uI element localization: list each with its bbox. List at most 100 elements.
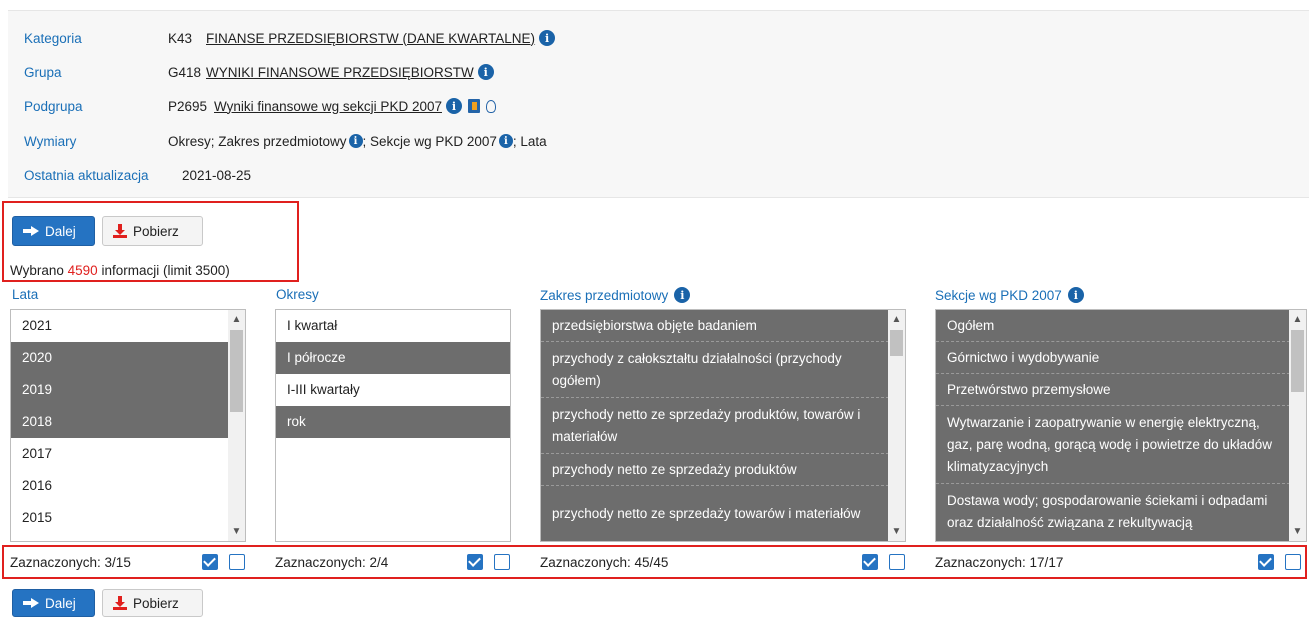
lata-footer: Zaznaczonych: 3/15 [10,546,131,578]
dalej-button[interactable]: Dalej [12,216,95,246]
aktualizacja-label: Ostatnia aktualizacja [24,167,149,183]
kategoria-code: K43 [168,30,193,46]
scroll-thumb[interactable] [1291,330,1304,392]
list-item[interactable]: I półrocze [276,342,510,374]
select-all-zakres-checkbox[interactable] [862,554,878,570]
list-item[interactable]: Dostawa wody; gospodarowanie ściekami i … [936,484,1290,541]
wymiary-row: Wymiary Okresy; Zakres przedmiotowy i ; … [24,131,547,151]
list-item[interactable]: przedsiębiorstwa objęte badaniem [541,310,889,342]
list-item[interactable]: Przetwórstwo przemysłowe [936,374,1290,406]
info-icon[interactable]: i [674,287,691,303]
list-item[interactable]: I-III kwartały [276,374,510,406]
selection-suffix: informacji (limit 3500) [97,263,230,278]
grupa-link[interactable]: WYNIKI FINANSOWE PRZEDSIĘBIORSTW [206,65,474,80]
sekcje-listbox[interactable]: Ogółem Górnictwo i wydobywanie Przetwórs… [935,309,1307,542]
grupa-code: G418 [168,64,202,80]
list-item[interactable]: I kwartał [276,310,510,342]
zakres-title: Zakres przedmiotowy i [540,287,691,303]
scroll-thumb[interactable] [230,330,243,412]
list-item[interactable]: 2020 [11,342,230,374]
sekcje-scrollbar[interactable]: ▲ ▼ [1289,310,1306,541]
list-item[interactable]: przychody z całokształtu działalności (p… [541,342,889,398]
okresy-listbox[interactable]: I kwartał I półrocze I-III kwartały rok [275,309,511,542]
kategoria-link[interactable]: FINANSE PRZEDSIĘBIORSTW (DANE KWARTALNE) [206,31,535,46]
kategoria-row: Kategoria K43 FINANSE PRZEDSIĘBIORSTW (D… [24,28,556,48]
list-item[interactable]: Wytwarzanie i zaopatrywanie w energię el… [936,406,1290,484]
list-item[interactable]: 2018 [11,406,230,438]
podgrupa-row: Podgrupa P2695 Wyniki finansowe wg sekcj… [24,96,496,116]
dalej-label: Dalej [45,595,76,611]
list-item[interactable]: przychody netto ze sprzedaży towarów i m… [541,486,889,541]
dataset-info-panel: Kategoria K43 FINANSE PRZEDSIĘBIORSTW (D… [8,10,1309,198]
list-item[interactable]: przychody netto ze sprzedaży produktów, … [541,398,889,454]
list-item[interactable]: 2015 [11,502,230,534]
scroll-down-icon[interactable]: ▼ [891,526,902,537]
list-item[interactable]: Ogółem [936,310,1290,342]
info-icon[interactable]: i [539,30,556,46]
dalej-button-bottom[interactable]: Dalej [12,589,95,617]
scroll-up-icon[interactable]: ▲ [231,314,242,325]
pobierz-button-bottom[interactable]: Pobierz [102,589,203,617]
info-icon[interactable]: i [498,134,513,148]
lata-listbox[interactable]: 2021 2020 2019 2018 2017 2016 2015 ▲ ▼ [10,309,246,542]
info-icon[interactable]: i [1067,287,1084,303]
download-icon [113,224,127,238]
arrow-right-icon [23,598,39,608]
zakres-scrollbar[interactable]: ▲ ▼ [888,310,905,541]
lightbulb-icon[interactable] [485,99,496,113]
zakres-listbox[interactable]: przedsiębiorstwa objęte badaniem przycho… [540,309,906,542]
wymiary-sekcje: ; Sekcje wg PKD 2007 [362,133,497,149]
deselect-all-lata-checkbox[interactable] [229,554,245,570]
okresy-count: Zaznaczonych: 2/4 [275,554,389,570]
podgrupa-code: P2695 [168,98,208,114]
pobierz-label: Pobierz [133,595,179,611]
lata-scrollbar[interactable]: ▲ ▼ [228,310,245,541]
select-all-sekcje-checkbox[interactable] [1258,554,1274,570]
select-all-lata-checkbox[interactable] [202,554,218,570]
list-item[interactable]: rok [276,406,510,438]
pobierz-button[interactable]: Pobierz [102,216,203,246]
info-icon[interactable]: i [348,134,363,148]
grupa-label: Grupa [24,64,62,80]
list-item[interactable]: Górnictwo i wydobywanie [936,342,1290,374]
lata-count: Zaznaczonych: 3/15 [10,554,131,570]
deselect-all-zakres-checkbox[interactable] [889,554,905,570]
lata-title-text: Lata [12,287,39,302]
sekcje-title-text: Sekcje wg PKD 2007 [935,287,1062,303]
selection-count: 4590 [67,263,98,278]
sekcje-footer: Zaznaczonych: 17/17 [935,546,1063,578]
select-all-okresy-checkbox[interactable] [467,554,483,570]
wymiary-lata: ; Lata [512,133,547,149]
okresy-footer: Zaznaczonych: 2/4 [275,546,388,578]
wymiary-label: Wymiary [24,133,77,149]
sekcje-title: Sekcje wg PKD 2007 i [935,287,1084,303]
list-item[interactable]: przychody netto ze sprzedaży produktów [541,454,889,486]
kategoria-label: Kategoria [24,30,82,46]
list-item[interactable]: 2019 [11,374,230,406]
zakres-footer: Zaznaczonych: 45/45 [540,546,668,578]
lata-title: Lata [12,287,38,302]
sekcje-count: Zaznaczonych: 17/17 [935,554,1064,570]
list-item[interactable]: 2016 [11,470,230,502]
arrow-right-icon [23,226,39,236]
info-icon[interactable]: i [477,64,494,80]
list-item[interactable]: 2021 [11,310,230,342]
deselect-all-okresy-checkbox[interactable] [494,554,510,570]
list-item[interactable]: 2017 [11,438,230,470]
deselect-all-sekcje-checkbox[interactable] [1285,554,1301,570]
podgrupa-label: Podgrupa [24,98,83,114]
wymiary-okresy-zakres: Okresy; Zakres przedmiotowy [168,133,347,149]
scroll-down-icon[interactable]: ▼ [1292,526,1303,537]
selection-summary: Wybrano 4590 informacji (limit 3500) [10,263,230,278]
zakres-title-text: Zakres przedmiotowy [540,287,669,303]
scroll-thumb[interactable] [890,330,903,356]
pobierz-label: Pobierz [133,223,179,239]
selection-prefix: Wybrano [10,263,68,278]
scroll-up-icon[interactable]: ▲ [1292,314,1303,325]
dalej-label: Dalej [45,223,76,239]
podgrupa-link[interactable]: Wyniki finansowe wg sekcji PKD 2007 [214,99,442,114]
scroll-up-icon[interactable]: ▲ [891,314,902,325]
book-icon[interactable] [467,99,480,113]
info-icon[interactable]: i [445,98,462,114]
scroll-down-icon[interactable]: ▼ [231,526,242,537]
